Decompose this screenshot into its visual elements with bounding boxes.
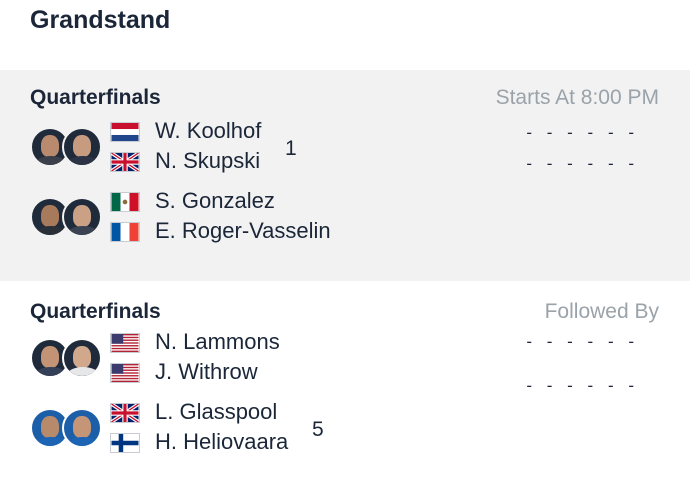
round-label: Quarterfinals [30,300,161,323]
score-placeholder: - - - - - - [526,154,639,173]
player-name: W. Koolhof [155,118,262,143]
usa-flag-icon [110,333,140,353]
player-row[interactable]: L. Glasspool [110,398,610,428]
match-card[interactable]: Quarterfinals Followed By N. Lammons J. … [0,284,690,499]
player-avatar [62,127,102,167]
player-avatar [62,408,102,448]
player-name: L. Glasspool [155,399,278,424]
france-flag-icon [110,222,140,242]
match-status: Followed By [544,300,659,323]
seed-number: 1 [285,137,297,160]
player-avatar [62,338,102,378]
team-avatars [30,338,106,378]
team-avatars [30,127,106,167]
match-card[interactable]: Quarterfinals Starts At 8:00 PM W. Koolh… [0,70,690,281]
player-name: N. Lammons [155,329,280,354]
uk-flag-icon [110,152,140,172]
uk-flag-icon [110,403,140,423]
player-row[interactable]: S. Gonzalez [110,187,610,217]
player-row[interactable]: H. Heliovaara [110,428,610,458]
score-placeholder: - - - - - - [526,376,639,395]
player-name: N. Skupski [155,148,261,173]
mexico-flag-icon [110,192,140,212]
player-row[interactable]: E. Roger-Vasselin [110,217,610,247]
player-name: J. Withrow [155,359,258,384]
match-status: Starts At 8:00 PM [495,86,659,109]
court-title: Grandstand [30,6,171,34]
score-placeholder: - - - - - - [526,332,639,351]
team-avatars [30,408,106,448]
player-name: E. Roger-Vasselin [155,218,331,243]
team-row: S. Gonzalez E. Roger-Vasselin - - - - - … [30,154,670,247]
player-name: S. Gonzalez [155,188,275,213]
usa-flag-icon [110,363,140,383]
round-label: Quarterfinals [30,86,161,109]
netherlands-flag-icon [110,122,140,142]
finland-flag-icon [110,433,140,453]
player-name: H. Heliovaara [155,429,289,454]
seed-number: 5 [312,418,324,441]
team-avatars [30,197,106,237]
team-row: L. Glasspool H. Heliovaara 5 - - - - - - [30,376,670,458]
player-avatar [62,197,102,237]
score-placeholder: - - - - - - [526,123,639,142]
